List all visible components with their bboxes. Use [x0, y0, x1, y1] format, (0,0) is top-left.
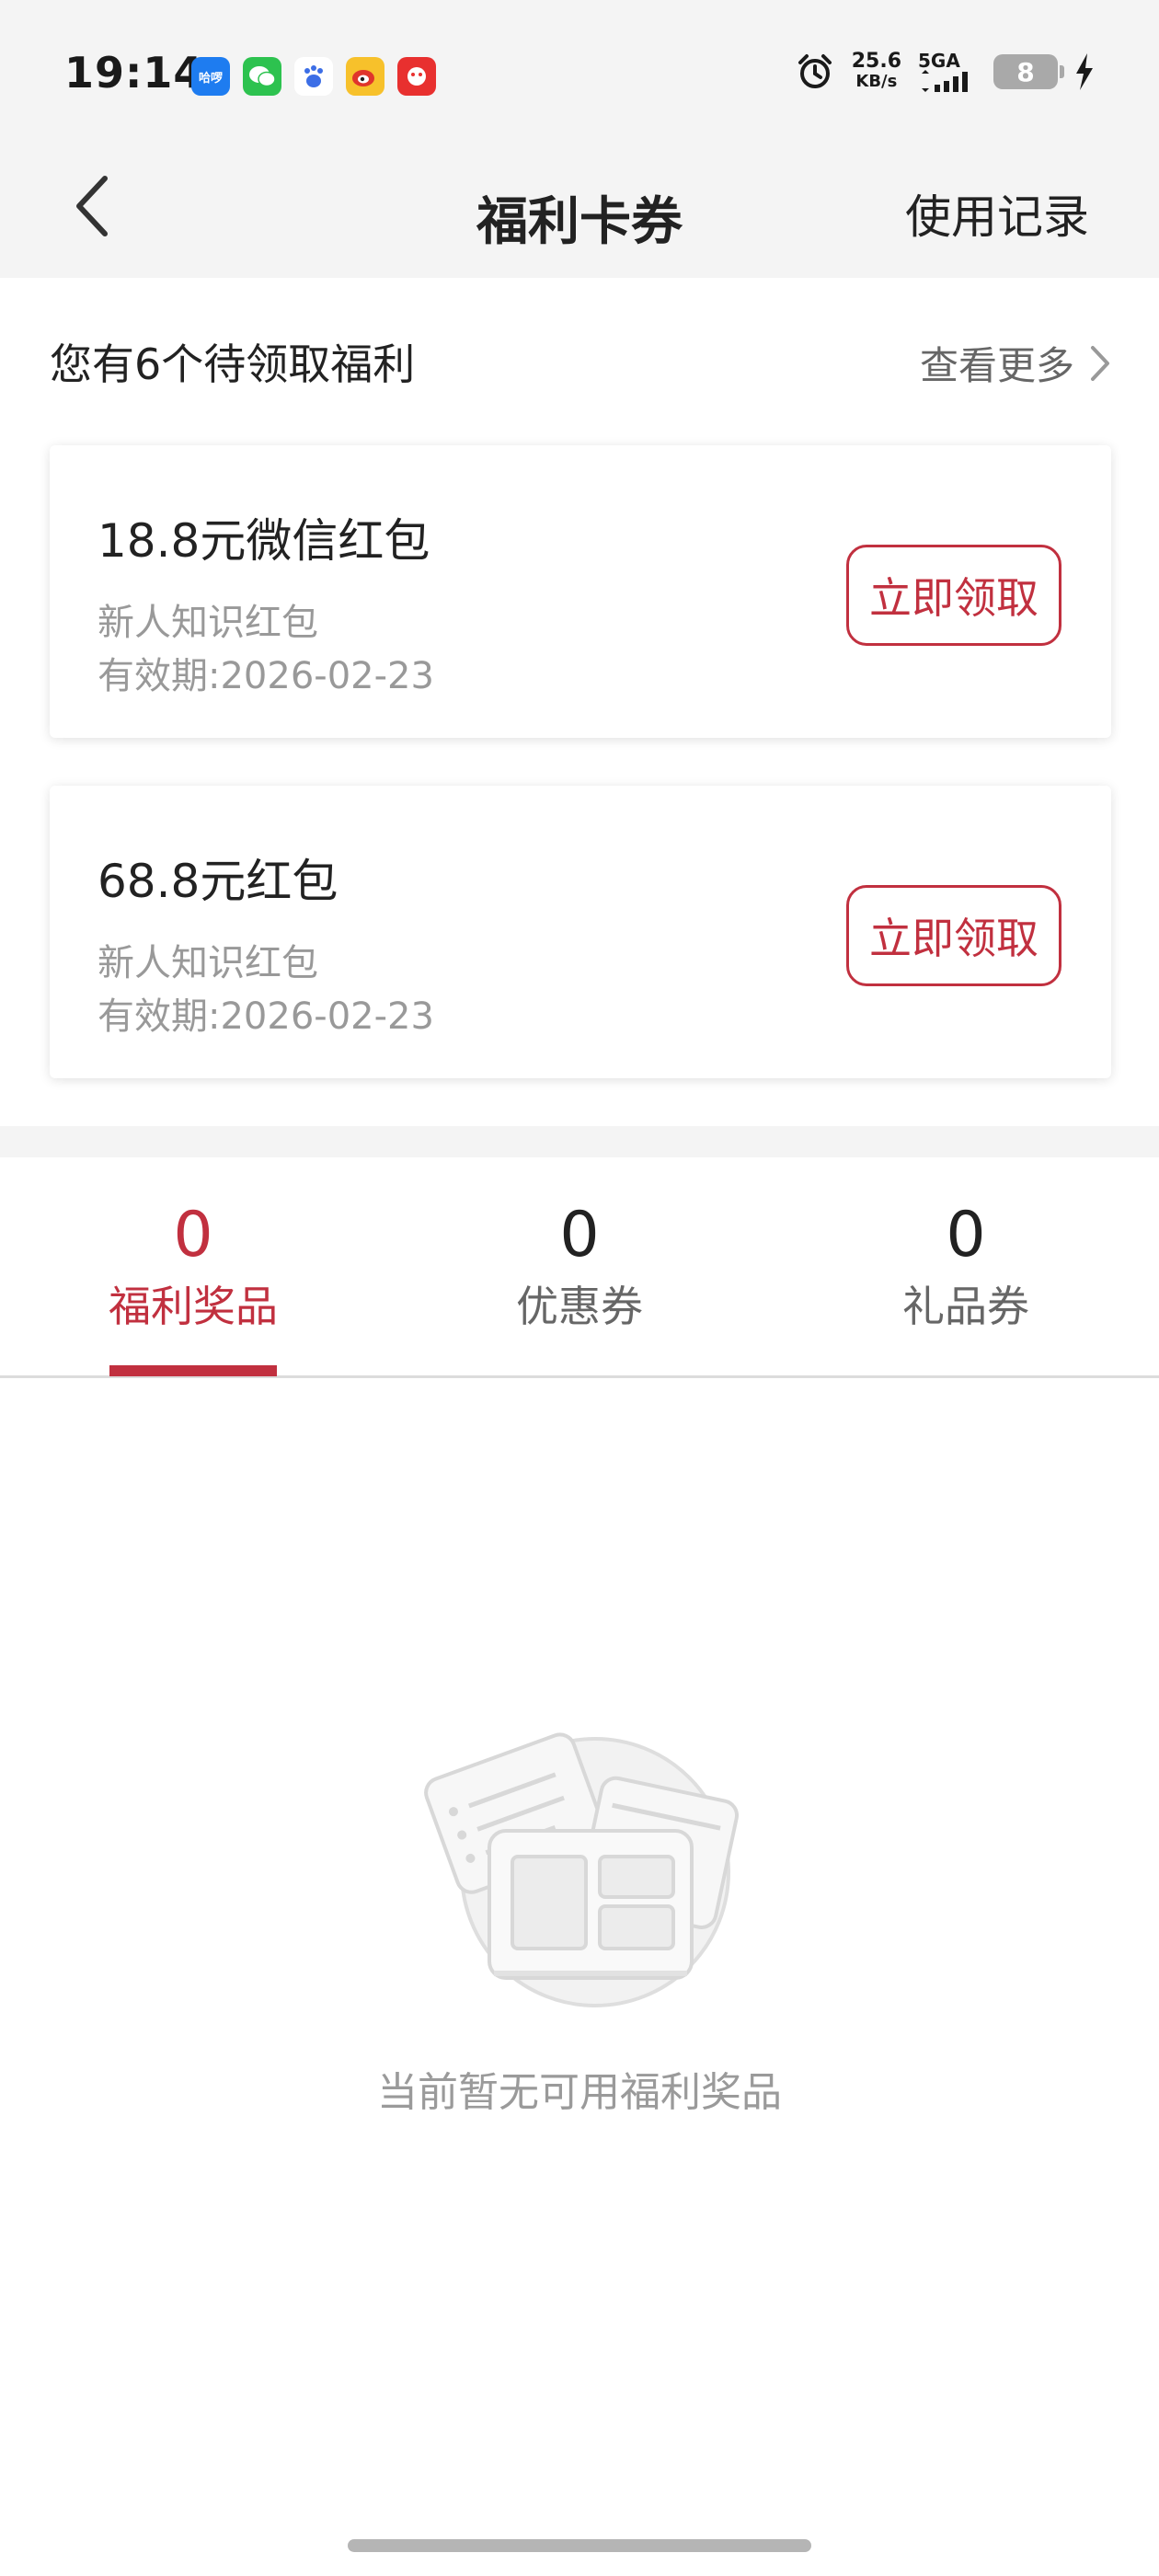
nav-bar: 福利卡券 使用记录 — [0, 138, 1159, 278]
card-validity: 有效期:2026-02-23 — [98, 995, 434, 1038]
card-title: 68.8元红包 — [98, 855, 339, 908]
status-time: 19:14 — [64, 48, 204, 98]
card-subtitle: 新人知识红包 — [98, 602, 318, 644]
welfare-card: 68.8元红包 新人知识红包 有效期:2026-02-23 立即领取 — [50, 786, 1111, 1078]
weibo-app-icon — [346, 57, 384, 96]
tab-count: 0 — [559, 1199, 600, 1271]
active-tab-indicator — [109, 1365, 277, 1376]
tab-count: 0 — [173, 1199, 213, 1271]
battery-icon: 8 — [993, 54, 1064, 89]
card-validity: 有效期:2026-02-23 — [98, 655, 434, 697]
wechat-app-icon — [243, 57, 281, 96]
section-divider — [0, 1126, 1159, 1157]
tab-label: 礼品券 — [902, 1282, 1029, 1331]
signal-icon — [922, 70, 968, 92]
status-right: 25.6 KB/s 5GA 8 — [795, 52, 1095, 92]
status-app-icons: 哈啰 — [191, 57, 436, 96]
empty-coupons-illustration — [416, 1702, 747, 2015]
alarm-icon — [798, 54, 832, 88]
network-status: 5GA — [918, 52, 977, 92]
network-type: 5GA — [918, 50, 960, 72]
pending-heading: 您有6个待领取福利 — [50, 339, 416, 389]
welfare-card: 18.8元微信红包 新人知识红包 有效期:2026-02-23 立即领取 — [50, 445, 1111, 738]
claim-button[interactable]: 立即领取 — [846, 545, 1061, 646]
tab-label: 福利奖品 — [109, 1282, 278, 1331]
tab-coupons[interactable]: 0 优惠券 — [442, 1194, 717, 1336]
view-more-label: 查看更多 — [919, 343, 1074, 388]
hellobike-app-label: 哈啰 — [198, 71, 223, 86]
empty-state-text: 当前暂无可用福利奖品 — [377, 2069, 782, 2116]
tab-welfare-prizes[interactable]: 0 福利奖品 — [55, 1194, 331, 1336]
tab-gift-vouchers[interactable]: 0 礼品券 — [828, 1194, 1104, 1336]
tab-count: 0 — [946, 1199, 986, 1271]
usage-record-button[interactable]: 使用记录 — [905, 180, 1089, 247]
home-indicator[interactable] — [348, 2539, 811, 2552]
baidu-app-icon — [294, 57, 333, 96]
claim-button[interactable]: 立即领取 — [846, 885, 1061, 986]
hellobike-app-icon: 哈啰 — [191, 57, 230, 96]
chevron-right-icon — [1091, 345, 1109, 381]
network-speed: 25.6 KB/s — [852, 52, 901, 92]
view-more-link[interactable]: 查看更多 — [920, 335, 1113, 391]
card-title: 18.8元微信红包 — [98, 514, 430, 568]
coupon-tabs: 0 福利奖品 0 优惠券 0 礼品券 — [0, 1157, 1159, 1378]
battery-level: 8 — [1016, 56, 1035, 87]
xiaohongshu-app-icon — [397, 57, 436, 96]
charging-icon — [1076, 53, 1093, 90]
tab-label: 优惠券 — [516, 1282, 643, 1331]
speed-unit: KB/s — [855, 72, 898, 91]
speed-value: 25.6 — [851, 50, 901, 73]
card-subtitle: 新人知识红包 — [98, 942, 318, 984]
status-bar: 19:14 哈啰 25.6 KB/s 5GA 8 — [0, 0, 1159, 138]
